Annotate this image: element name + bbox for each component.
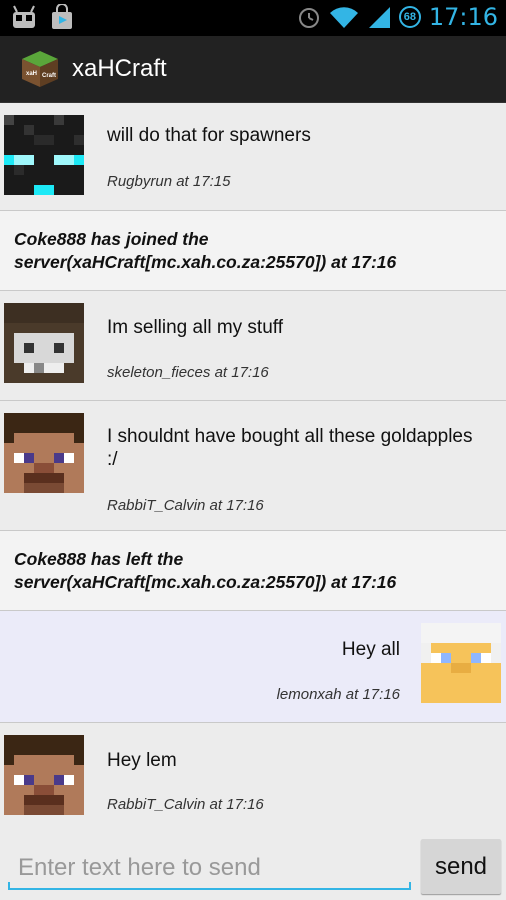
svg-text:Craft: Craft — [42, 73, 56, 79]
message-author-time: RabbiT_Calvin at 17:16 — [107, 497, 264, 514]
message-text: Hey lem — [107, 750, 177, 771]
message-text: I shouldnt have bought all these goldapp… — [107, 426, 473, 470]
chat-message: will do that for spawners Rugbyrun at 17… — [0, 103, 506, 211]
chat-message: Im selling all my stuff skeleton_fieces … — [0, 291, 506, 401]
app-logo-icon[interactable]: xaH Craft — [20, 49, 60, 89]
system-message: Coke888 has joined the server(xaHCraft[m… — [0, 211, 506, 291]
wifi-icon — [329, 7, 358, 28]
android-icon — [13, 5, 35, 28]
system-message-text: Coke888 has left the server(xaHCraft[mc.… — [14, 549, 397, 592]
message-author-time: lemonxah at 17:16 — [276, 686, 400, 703]
send-button[interactable]: send — [421, 839, 501, 894]
message-author-time: skeleton_fieces at 17:16 — [107, 364, 269, 381]
battery-icon: 68 — [398, 6, 421, 28]
yellow-skin-avatar — [421, 623, 501, 703]
svg-text:xaH: xaH — [26, 71, 37, 77]
clock-time: 17:16 — [428, 3, 498, 31]
chat-message: Hey lem RabbiT_Calvin at 17:16 — [0, 723, 506, 835]
app-title: xaHCraft — [72, 55, 167, 82]
alarm-icon — [298, 8, 319, 28]
signal-icon — [368, 7, 390, 28]
message-text: will do that for spawners — [107, 125, 311, 146]
composer-bar: send — [0, 834, 506, 900]
own-chat-message: Hey all lemonxah at 17:16 — [0, 611, 506, 723]
steve-avatar — [4, 413, 84, 493]
shopping-bag-icon — [52, 4, 72, 29]
enderman-avatar — [4, 115, 84, 195]
chat-message: I shouldnt have bought all these goldapp… — [0, 401, 506, 531]
battery-level: 68 — [403, 11, 416, 23]
message-text: Hey all — [341, 639, 400, 660]
system-message: Coke888 has left the server(xaHCraft[mc.… — [0, 531, 506, 611]
status-bar: 68 17:16 — [0, 0, 506, 36]
input-underline — [8, 882, 411, 890]
message-author-time: Rugbyrun at 17:15 — [107, 173, 231, 190]
system-message-text: Coke888 has joined the server(xaHCraft[m… — [14, 229, 397, 272]
skull-avatar — [4, 303, 84, 383]
message-input[interactable] — [8, 846, 411, 890]
message-text: Im selling all my stuff — [107, 317, 283, 338]
steve-avatar — [4, 735, 84, 815]
action-bar: xaH Craft xaHCraft — [0, 36, 506, 104]
message-author-time: RabbiT_Calvin at 17:16 — [107, 796, 264, 813]
